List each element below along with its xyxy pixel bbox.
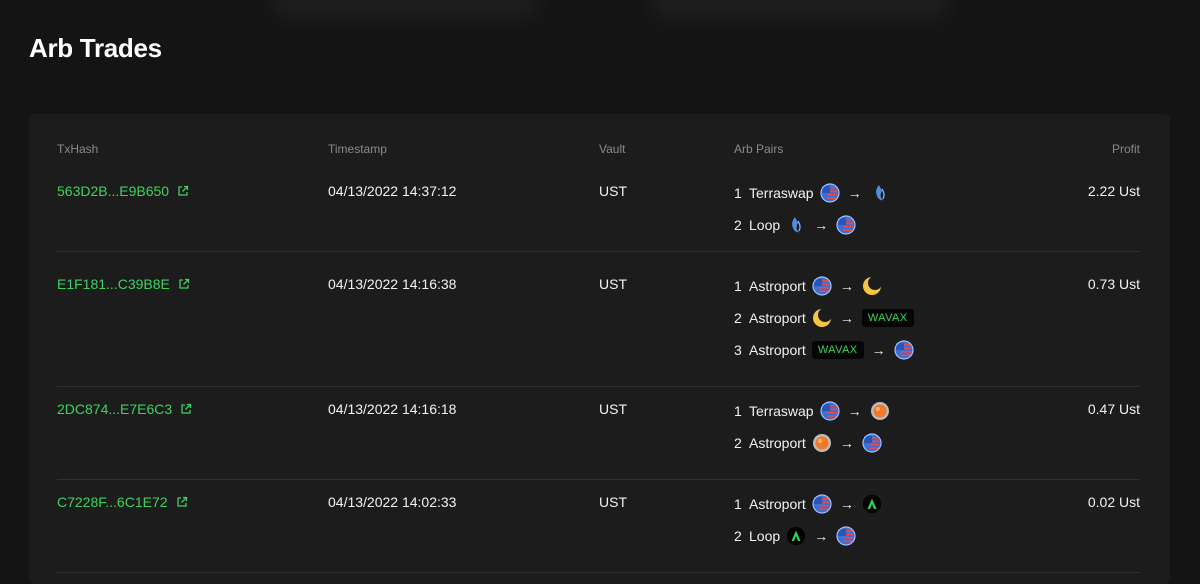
top-bar-shadow-right bbox=[650, 0, 950, 20]
luna-icon bbox=[812, 308, 832, 328]
step-number: 1 bbox=[734, 278, 742, 294]
dex-name: Loop bbox=[749, 217, 781, 233]
vault-cell: UST bbox=[599, 276, 627, 292]
tx-hash-text: 2DC874...E7E6C3 bbox=[57, 401, 173, 417]
arrow: → bbox=[871, 342, 886, 358]
table-row: 2DC874...E7E6C3 04/13/2022 14:16:18 UST 1 Te… bbox=[57, 401, 1140, 480]
table-header: TxHash Timestamp Vault Arb Pairs Profit bbox=[57, 142, 1140, 158]
table-row: C7228F...6C1E72 04/13/2022 14:02:33 UST 1 As… bbox=[57, 494, 1140, 573]
profit-cell: 0.47 Ust bbox=[1087, 401, 1140, 417]
timestamp-cell: 04/13/2022 14:16:38 bbox=[328, 276, 457, 292]
vault-cell: UST bbox=[599, 494, 627, 510]
arb-pair-step: 1 Astroport → bbox=[734, 276, 914, 296]
ust-flag-icon bbox=[819, 183, 840, 203]
dex-name: Terraswap bbox=[749, 403, 814, 419]
flame-icon bbox=[786, 215, 806, 235]
arb-pair-step: 3 Astroport WAVAX → bbox=[734, 340, 914, 360]
arb-pair-step: 1 Terraswap → bbox=[734, 401, 890, 421]
arb-pairs-cell: 1 Astroport → 2 Astroport → WAVAX 3 Astroport WAV… bbox=[734, 276, 914, 360]
dex-name: Astroport bbox=[749, 310, 806, 326]
orange-coin-icon bbox=[870, 401, 890, 421]
tx-hash-text: C7228F...6C1E72 bbox=[57, 494, 168, 510]
header-vault: Vault bbox=[599, 142, 626, 156]
step-number: 2 bbox=[734, 217, 742, 233]
arb-pairs-cell: 1 Astroport → 2 Loop → bbox=[734, 494, 882, 546]
ust-flag-icon bbox=[893, 340, 914, 360]
dex-name: Astroport bbox=[749, 342, 806, 358]
arrow: → bbox=[839, 435, 854, 451]
external-link-icon bbox=[178, 185, 189, 196]
external-link-icon bbox=[181, 403, 192, 414]
header-arb-pairs: Arb Pairs bbox=[734, 142, 784, 156]
step-number: 2 bbox=[734, 310, 742, 326]
tx-hash-text: 563D2B...E9B650 bbox=[57, 183, 170, 199]
arrow: → bbox=[814, 217, 829, 233]
tx-hash-text: E1F181...C39B8E bbox=[57, 276, 170, 292]
tx-hash-link[interactable]: E1F181...C39B8E bbox=[57, 276, 190, 292]
step-number: 1 bbox=[734, 403, 742, 419]
page-title: Arb Trades bbox=[29, 33, 162, 63]
arb-pair-step: 2 Astroport → WAVAX bbox=[734, 308, 914, 328]
table-row: E1F181...C39B8E 04/13/2022 14:16:38 UST 1 As… bbox=[57, 276, 1140, 387]
ust-flag-icon bbox=[812, 494, 832, 514]
flame-icon bbox=[870, 183, 890, 203]
luna-icon bbox=[862, 276, 882, 296]
dex-name: Terraswap bbox=[749, 185, 814, 201]
arrow: → bbox=[814, 528, 829, 544]
wavax-badge: WAVAX bbox=[861, 309, 914, 327]
arb-pairs-cell: 1 Terraswap → 2 Loop → bbox=[734, 183, 890, 235]
arrow: → bbox=[839, 496, 854, 512]
arb-pair-step: 1 Terraswap → bbox=[734, 183, 890, 203]
header-txhash: TxHash bbox=[57, 142, 99, 156]
profit-cell: 0.02 Ust bbox=[1087, 494, 1140, 510]
external-link-icon bbox=[176, 496, 187, 507]
ust-flag-icon bbox=[812, 276, 832, 296]
dex-name: Astroport bbox=[749, 435, 806, 451]
dex-name: Loop bbox=[749, 528, 781, 544]
dex-name: Astroport bbox=[749, 278, 806, 294]
vault-cell: UST bbox=[599, 183, 627, 199]
arrow: → bbox=[847, 403, 862, 419]
ust-flag-icon bbox=[819, 401, 840, 421]
vault-cell: UST bbox=[599, 401, 627, 417]
ust-flag-icon bbox=[836, 215, 856, 235]
header-timestamp: Timestamp bbox=[328, 142, 387, 156]
arrow: → bbox=[839, 310, 854, 326]
tx-hash-link[interactable]: 2DC874...E7E6C3 bbox=[57, 401, 192, 417]
profit-cell: 0.73 Ust bbox=[1087, 276, 1140, 292]
step-number: 2 bbox=[734, 528, 742, 544]
header-profit: Profit bbox=[1111, 142, 1140, 156]
top-bar-shadow-left bbox=[270, 0, 540, 20]
step-number: 3 bbox=[734, 342, 742, 358]
green-a-icon bbox=[862, 494, 882, 514]
arb-pair-step: 2 Astroport → bbox=[734, 433, 890, 453]
wavax-badge: WAVAX bbox=[811, 341, 864, 359]
table-row: 563D2B...E9B650 04/13/2022 14:37:12 UST 1 Te… bbox=[57, 183, 1140, 252]
arrow: → bbox=[847, 185, 862, 201]
timestamp-cell: 04/13/2022 14:02:33 bbox=[328, 494, 457, 510]
step-number: 2 bbox=[734, 435, 742, 451]
orange-coin-icon bbox=[812, 433, 832, 453]
ust-flag-icon bbox=[836, 526, 856, 546]
dex-name: Astroport bbox=[749, 496, 806, 512]
external-link-icon bbox=[179, 278, 190, 289]
green-a-icon bbox=[786, 526, 806, 546]
arb-pair-step: 1 Astroport → bbox=[734, 494, 882, 514]
arb-pair-step: 2 Loop → bbox=[734, 526, 882, 546]
arb-trades-table: TxHash Timestamp Vault Arb Pairs Profit … bbox=[29, 114, 1170, 584]
arb-pairs-cell: 1 Terraswap → 2 Astroport → bbox=[734, 401, 890, 453]
profit-cell: 2.22 Ust bbox=[1087, 183, 1140, 199]
arrow: → bbox=[839, 278, 854, 294]
step-number: 1 bbox=[734, 185, 742, 201]
arb-pair-step: 2 Loop → bbox=[734, 215, 890, 235]
ust-flag-icon bbox=[862, 433, 882, 453]
timestamp-cell: 04/13/2022 14:37:12 bbox=[328, 183, 457, 199]
step-number: 1 bbox=[734, 496, 742, 512]
tx-hash-link[interactable]: C7228F...6C1E72 bbox=[57, 494, 188, 510]
tx-hash-link[interactable]: 563D2B...E9B650 bbox=[57, 183, 189, 199]
timestamp-cell: 04/13/2022 14:16:18 bbox=[328, 401, 457, 417]
